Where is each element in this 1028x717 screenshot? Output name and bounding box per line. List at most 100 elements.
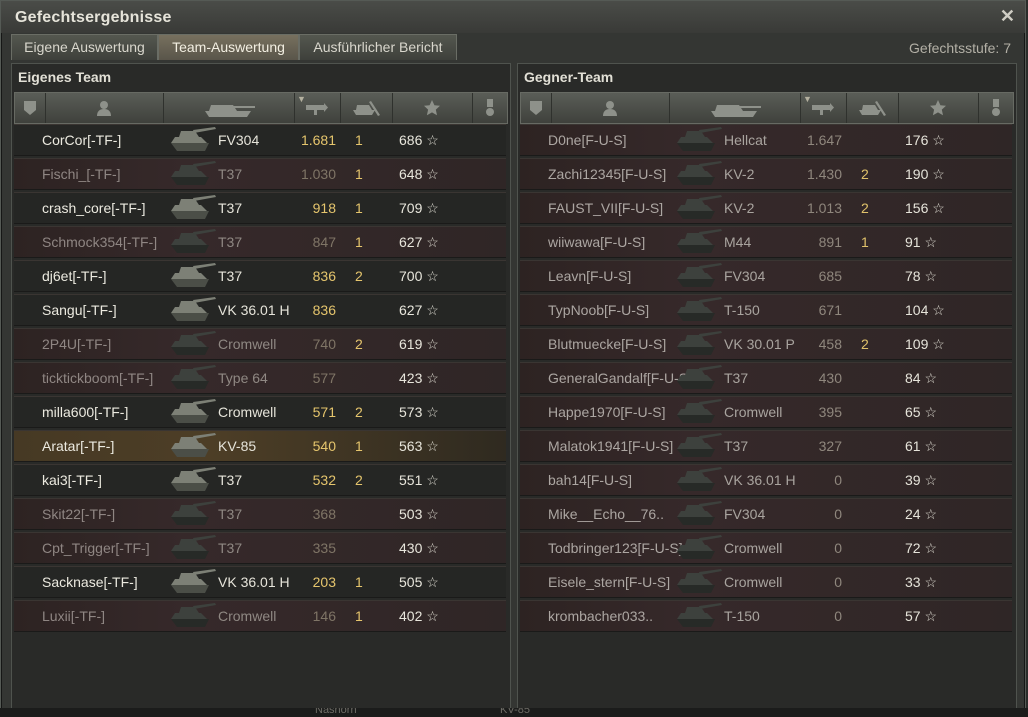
vehicle-name: VK 30.01 P — [724, 336, 795, 352]
own-team-row[interactable]: Sacknase[-TF-] VK 36.01 H 203 1 505 — [14, 566, 506, 598]
xp-value: 65 — [905, 404, 937, 421]
column-header-tank[interactable] — [669, 93, 801, 123]
column-header-kills[interactable] — [340, 93, 393, 123]
tank-icon — [675, 365, 723, 391]
column-header-kills[interactable] — [846, 93, 899, 123]
enemy-team-row[interactable]: wiiwawa[F-U-S] M44 891 1 91 — [520, 226, 1012, 258]
column-header-squad[interactable] — [521, 93, 552, 123]
enemy-team-row[interactable]: Blutmuecke[F-U-S] VK 30.01 P 458 2 109 — [520, 328, 1012, 360]
xp-star-icon — [424, 100, 440, 116]
xp-value: 503 — [399, 506, 439, 523]
own-team-row[interactable]: Fischi_[-TF-] T37 1.030 1 648 — [14, 158, 506, 190]
vehicle-name: T37 — [218, 472, 243, 488]
player-name: wiiwawa[F-U-S] — [548, 234, 646, 250]
xp-value: 627 — [399, 302, 439, 319]
xp-value: 430 — [399, 540, 439, 557]
column-header-tank[interactable] — [163, 93, 295, 123]
column-header-damage[interactable]: ▼ — [294, 93, 341, 123]
tab-team-auswertung[interactable]: Team-Auswertung — [158, 34, 299, 60]
column-header-xp-star[interactable] — [392, 93, 473, 123]
damage-value: 0 — [834, 472, 842, 488]
tank-icon — [169, 569, 217, 595]
tab-ausfuehrlicher-bericht[interactable]: Ausführlicher Bericht — [299, 34, 457, 60]
tank-icon — [675, 603, 723, 629]
vehicle-name: T37 — [218, 506, 243, 522]
player-name: Eisele_stern[F-U-S] — [548, 574, 671, 590]
column-header-medal[interactable] — [472, 93, 507, 123]
own-team-row[interactable]: 2P4U[-TF-] Cromwell 740 2 619 — [14, 328, 506, 360]
own-team-row[interactable]: Cpt_Trigger[-TF-] T37 335 430 — [14, 532, 506, 564]
column-header-xp-star[interactable] — [898, 93, 979, 123]
damage-value: 685 — [818, 268, 842, 284]
tank-icon — [169, 127, 217, 153]
enemy-team-row[interactable]: Mike__Echo__76.. FV304 0 24 — [520, 498, 1012, 530]
own-team-row[interactable]: Skit22[-TF-] T37 368 503 — [14, 498, 506, 530]
own-team-row[interactable]: Aratar[-TF-] KV-85 540 1 563 — [14, 430, 506, 462]
player-name: Fischi_[-TF-] — [42, 166, 121, 182]
enemy-team-row[interactable]: GeneralGandalf[F-U-S] T37 430 84 — [520, 362, 1012, 394]
column-header-player[interactable] — [551, 93, 670, 123]
vehicle-name: KV-85 — [218, 438, 257, 454]
tank-icon — [675, 229, 723, 255]
enemy-team-row[interactable]: TypNoob[F-U-S] T-150 671 104 — [520, 294, 1012, 326]
player-name: Blutmuecke[F-U-S] — [548, 336, 667, 352]
tank-icon — [169, 501, 217, 527]
player-name: Sangu[-TF-] — [42, 302, 117, 318]
own-team-row[interactable]: Luxii[-TF-] Cromwell 146 1 402 — [14, 600, 506, 632]
own-team-row[interactable]: dj6et[-TF-] T37 836 2 700 — [14, 260, 506, 292]
kills-value: 1 — [355, 166, 363, 182]
enemy-team-row[interactable]: krombacher033.. T-150 0 57 — [520, 600, 1012, 632]
enemy-team-header: ▼ — [520, 92, 1014, 124]
own-team-row[interactable]: kai3[-TF-] T37 532 2 551 — [14, 464, 506, 496]
own-team-row[interactable]: milla600[-TF-] Cromwell 571 2 573 — [14, 396, 506, 428]
enemy-team-row[interactable]: Eisele_stern[F-U-S] Cromwell 0 33 — [520, 566, 1012, 598]
squad-icon — [528, 100, 544, 116]
player-name: Aratar[-TF-] — [42, 438, 115, 454]
vehicle-name: Cromwell — [724, 540, 783, 556]
own-team-row[interactable]: Schmock354[-TF-] T37 847 1 627 — [14, 226, 506, 258]
column-header-squad[interactable] — [15, 93, 46, 123]
vehicle-name: FV304 — [724, 268, 766, 284]
tank-icon — [201, 99, 257, 117]
column-header-player[interactable] — [45, 93, 164, 123]
tank-icon — [675, 467, 723, 493]
close-icon[interactable]: ✕ — [1000, 6, 1015, 26]
xp-value: 700 — [399, 268, 439, 285]
own-team-row[interactable]: crash_core[-TF-] T37 918 1 709 — [14, 192, 506, 224]
xp-value: 573 — [399, 404, 439, 421]
own-team-row[interactable]: Sangu[-TF-] VK 36.01 H 836 627 — [14, 294, 506, 326]
medal-icon — [991, 99, 1001, 117]
damage-value: 0 — [834, 540, 842, 556]
enemy-team-row[interactable]: Zachi12345[F-U-S] KV-2 1.430 2 190 — [520, 158, 1012, 190]
tank-icon — [169, 365, 217, 391]
sort-arrow-icon: ▼ — [297, 94, 306, 104]
vehicle-name: Cromwell — [724, 574, 783, 590]
tank-icon — [169, 467, 217, 493]
enemy-team-row[interactable]: Happe1970[F-U-S] Cromwell 395 65 — [520, 396, 1012, 428]
tank-icon — [675, 535, 723, 561]
column-header-damage[interactable]: ▼ — [800, 93, 847, 123]
tank-icon — [169, 161, 217, 187]
own-team-title: Eigenes Team — [18, 69, 112, 85]
enemy-team-row[interactable]: FAUST_VII[F-U-S] KV-2 1.013 2 156 — [520, 192, 1012, 224]
vehicle-name: VK 36.01 H — [218, 574, 290, 590]
tab-eigene-auswertung[interactable]: Eigene Auswertung — [11, 34, 158, 60]
enemy-team-row[interactable]: Leavn[F-U-S] FV304 685 78 — [520, 260, 1012, 292]
enemy-team-row[interactable]: bah14[F-U-S] VK 36.01 H 0 39 — [520, 464, 1012, 496]
damage-value: 532 — [312, 472, 336, 488]
damage-value: 335 — [312, 540, 336, 556]
own-team-row[interactable]: CorCor[-TF-] FV304 1.681 1 686 — [14, 124, 506, 156]
enemy-team-row[interactable]: D0ne[F-U-S] Hellcat 1.647 176 — [520, 124, 1012, 156]
damage-value: 1.647 — [806, 132, 842, 148]
enemy-team-row[interactable]: Malatok1941[F-U-S] T37 327 61 — [520, 430, 1012, 462]
kills-value: 1 — [355, 608, 363, 624]
damage-value: 0 — [834, 608, 842, 624]
column-header-medal[interactable] — [978, 93, 1013, 123]
own-team-row[interactable]: ticktickboom[-TF-] Type 64 577 423 — [14, 362, 506, 394]
tank-icon — [169, 297, 217, 323]
xp-value: 402 — [399, 608, 439, 625]
tank-icon — [675, 161, 723, 187]
tank-icon — [169, 399, 217, 425]
enemy-team-row[interactable]: Todbringer123[F-U-S] Cromwell 0 72 — [520, 532, 1012, 564]
vehicle-name: T-150 — [724, 608, 760, 624]
